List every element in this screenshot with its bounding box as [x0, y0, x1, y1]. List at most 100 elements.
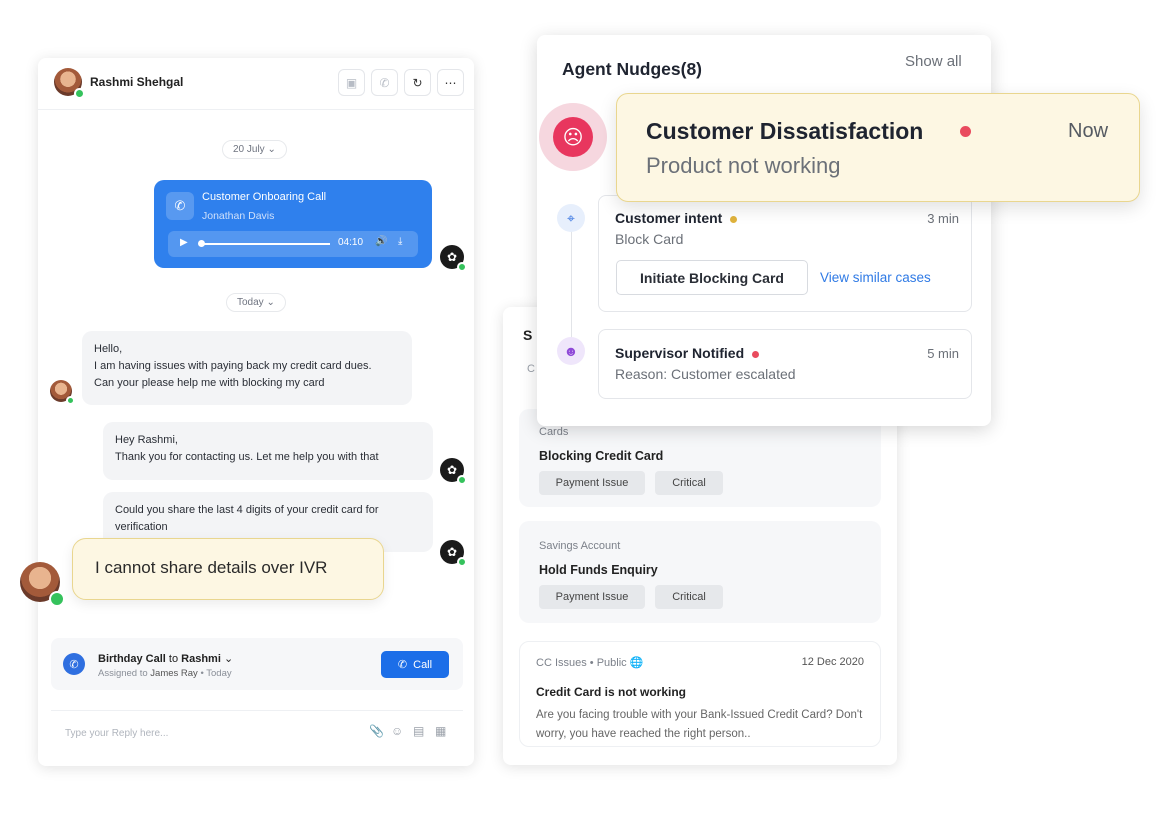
message-line: Hey Rashmi, — [115, 434, 178, 446]
download-icon[interactable]: ⤓ — [398, 236, 402, 247]
nudge-card-dissatisfaction[interactable]: Customer Dissatisfaction Now Product not… — [616, 93, 1140, 202]
chat-header: Rashmi Shehgal ▣ ✆ ↻ ⋯ — [38, 58, 474, 110]
nudge-title: Customer intent — [615, 210, 738, 226]
contact-name: Rashmi Shehgal — [90, 75, 184, 89]
globe-icon: 🌐 — [629, 657, 644, 669]
emoji-icon[interactable]: ☺ — [391, 724, 403, 738]
nudge-title: Supervisor Notified — [615, 345, 760, 361]
seek-handle[interactable] — [198, 240, 205, 247]
initiate-blocking-button[interactable]: Initiate Blocking Card — [616, 260, 808, 295]
nudge-time: 5 min — [927, 346, 959, 361]
date-chip-label: 20 July — [233, 144, 265, 155]
call-button[interactable]: ✆ Call — [381, 651, 449, 678]
customer-message: Hello, I am having issues with paying ba… — [82, 331, 412, 405]
audio-player: ▶ 04:10 🔊 ⤓ — [168, 231, 418, 257]
template-icon[interactable]: ▤ — [413, 724, 424, 738]
refresh-icon: ↻ — [412, 75, 423, 90]
case-tag: Critical — [655, 585, 723, 609]
message-line: Hello, — [94, 343, 123, 355]
phone-call-button[interactable]: ✆ — [371, 69, 398, 96]
video-icon: ▣ — [345, 75, 358, 90]
whatsapp-icon — [49, 591, 65, 607]
article-date: 12 Dec 2020 — [801, 656, 864, 668]
supervisor-icon: ☻ — [557, 337, 585, 365]
chevron-down-icon[interactable]: ⌄ — [224, 653, 233, 665]
volume-icon[interactable]: 🔊 — [375, 236, 387, 247]
case-category: Cards — [539, 426, 569, 438]
message-line: verification — [115, 521, 168, 533]
call-agent-name: Jonathan Davis — [202, 210, 275, 222]
phone-icon: ✆ — [397, 659, 408, 671]
call-type: Birthday Call — [98, 653, 166, 665]
cases-search[interactable]: C — [527, 363, 535, 375]
date-chip-july[interactable]: 20 July ⌄ — [222, 140, 287, 159]
customer-avatar-large — [20, 562, 65, 607]
status-dot — [730, 215, 738, 223]
cases-title: S — [523, 327, 533, 343]
canned-response-icon[interactable]: ▦ — [435, 724, 446, 738]
knowledge-article-card[interactable]: CC Issues • Public 🌐 12 Dec 2020 Credit … — [519, 641, 881, 747]
nudge-card-supervisor: Supervisor Notified 5 min Reason: Custom… — [598, 329, 972, 399]
call-title: Customer Onboaring Call — [202, 191, 327, 203]
highlighted-customer-message: I cannot share details over IVR — [72, 538, 384, 600]
show-all-link[interactable]: Show all — [905, 53, 962, 70]
assignment-info: Assigned to James Ray • Today — [98, 668, 232, 679]
play-icon[interactable]: ▶ — [180, 237, 188, 248]
scheduled-call-title[interactable]: Birthday Call to Rashmi ⌄ — [98, 652, 233, 665]
nudges-title: Agent Nudges(8) — [562, 59, 702, 79]
attachment-icon[interactable]: 📎 — [369, 724, 384, 738]
nudge-subtitle: Block Card — [615, 231, 684, 247]
more-options-button[interactable]: ⋯ — [437, 69, 464, 96]
reply-input[interactable]: Type your Reply here... — [65, 728, 168, 739]
phone-icon: ✆ — [63, 653, 85, 675]
timeline-line — [571, 225, 572, 343]
chevron-down-icon: ⌄ — [266, 297, 275, 308]
article-category: CC Issues • Public — [536, 657, 627, 669]
case-name: Blocking Credit Card — [539, 449, 664, 463]
case-tag: Payment Issue — [539, 471, 645, 495]
customer-avatar — [50, 380, 75, 405]
article-title: Credit Card is not working — [536, 685, 687, 699]
agent-avatar: ✿ — [440, 540, 467, 567]
refresh-button[interactable]: ↻ — [404, 69, 431, 96]
whatsapp-icon — [457, 262, 467, 272]
case-tag: Critical — [655, 471, 723, 495]
call-button-label: Call — [413, 658, 433, 671]
whatsapp-icon — [457, 557, 467, 567]
nudge-time: 3 min — [927, 211, 959, 226]
date-chip-label: Today — [237, 297, 264, 308]
status-dot — [752, 350, 760, 358]
article-meta: CC Issues • Public 🌐 — [536, 656, 643, 669]
contact-avatar[interactable] — [54, 68, 85, 99]
sad-face-icon: ☹ — [553, 117, 593, 157]
agent-message: Hey Rashmi, Thank you for contacting us.… — [103, 422, 433, 480]
assigned-date: • Today — [197, 668, 232, 679]
chevron-down-icon: ⌄ — [267, 144, 276, 155]
scheduled-call-card: ✆ Birthday Call to Rashmi ⌄ Assigned to … — [51, 638, 463, 690]
nudge-subtitle: Product not working — [646, 153, 841, 178]
case-name: Hold Funds Enquiry — [539, 563, 658, 577]
nudge-time: Now — [1068, 120, 1109, 142]
whatsapp-icon — [457, 475, 467, 485]
message-line: Can your please help me with blocking my… — [94, 377, 325, 389]
case-tag: Payment Issue — [539, 585, 645, 609]
whatsapp-icon — [66, 396, 75, 405]
agent-avatar: ✿ — [440, 458, 467, 485]
video-call-button[interactable]: ▣ — [338, 69, 365, 96]
title-connector: to — [165, 653, 182, 665]
target-icon: ⌖ — [557, 204, 585, 232]
date-chip-today[interactable]: Today ⌄ — [226, 293, 286, 312]
status-dot — [960, 126, 971, 137]
case-card[interactable]: Savings Account Hold Funds Enquiry Payme… — [519, 521, 881, 623]
assigned-label: Assigned to — [98, 668, 151, 679]
audio-seek-bar[interactable] — [200, 243, 330, 245]
reply-box[interactable]: Type your Reply here... 📎 ☺ ▤ ▦ — [51, 710, 463, 752]
view-similar-cases-link[interactable]: View similar cases — [820, 270, 931, 285]
chat-panel: Rashmi Shehgal ▣ ✆ ↻ ⋯ 20 July ⌄ ✆ Custo… — [38, 58, 474, 766]
article-description: Are you facing trouble with your Bank-Is… — [536, 709, 863, 740]
more-icon: ⋯ — [444, 75, 457, 90]
nudge-title-text: Supervisor Notified — [615, 345, 745, 361]
sad-face-badge: ☹ — [539, 103, 607, 171]
agent-avatar: ✿ — [440, 245, 467, 272]
nudge-card-intent: Customer intent 3 min Block Card Initiat… — [598, 195, 972, 312]
